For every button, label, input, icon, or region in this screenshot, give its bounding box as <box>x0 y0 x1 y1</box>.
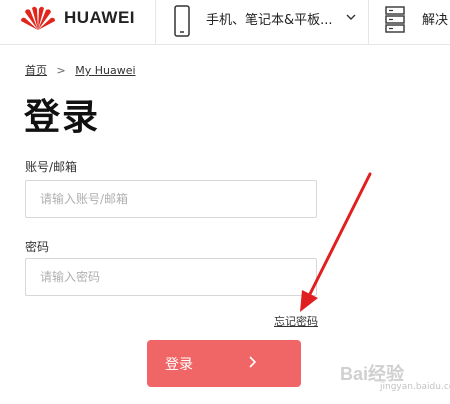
brand-name[interactable]: HUAWEI <box>64 8 135 28</box>
nav-solutions-menu[interactable]: 解决 <box>422 9 448 28</box>
header-divider <box>368 0 369 44</box>
phone-icon <box>174 5 190 37</box>
account-label: 账号/邮箱 <box>25 160 78 174</box>
login-button-label: 登录 <box>165 356 193 372</box>
password-label: 密码 <box>25 240 50 254</box>
chevron-right-icon: > <box>56 64 66 77</box>
forgot-password-link[interactable]: 忘记密码 <box>274 313 318 329</box>
server-icon <box>385 6 405 33</box>
page-title: 登录 <box>24 97 101 138</box>
account-input[interactable] <box>25 180 317 218</box>
chevron-down-icon[interactable] <box>345 12 357 22</box>
nav-products-menu[interactable]: 手机、笔记本&平板... <box>206 9 333 28</box>
header-divider <box>155 0 156 44</box>
top-navigation-bar: HUAWEI 手机、笔记本&平板... 解决 <box>0 0 450 45</box>
chevron-right-icon <box>249 356 257 368</box>
huawei-logo[interactable] <box>20 4 56 32</box>
password-input[interactable] <box>25 258 317 296</box>
watermark-url: jingyan.baidu.com <box>380 382 450 392</box>
breadcrumb: 首页 > My Huawei <box>25 62 136 78</box>
breadcrumb-home-link[interactable]: 首页 <box>25 64 47 77</box>
login-button[interactable]: 登录 <box>147 340 301 387</box>
breadcrumb-current-link[interactable]: My Huawei <box>75 64 135 77</box>
